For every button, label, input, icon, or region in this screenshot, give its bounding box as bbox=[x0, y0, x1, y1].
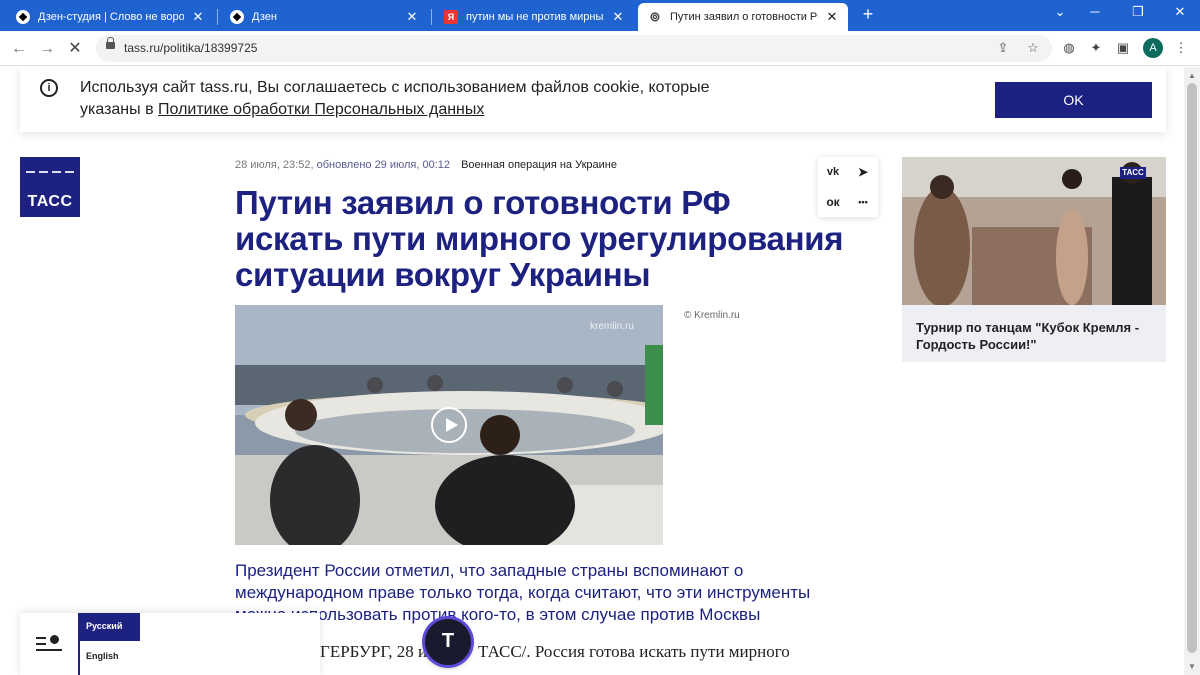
extension-globe-icon[interactable]: ◍ bbox=[1060, 40, 1078, 56]
info-icon: i bbox=[40, 79, 58, 97]
article-title: Путин заявил о готовности РФ искать пути… bbox=[235, 184, 844, 293]
article-updated: обновлено 29 июля, 00:12 bbox=[316, 159, 451, 171]
tab-dzen[interactable]: Дзен ✕ bbox=[220, 3, 428, 31]
share-page-icon[interactable]: ⇪ bbox=[994, 40, 1012, 56]
dzen-icon bbox=[16, 10, 30, 24]
scroll-thumb[interactable] bbox=[1187, 83, 1197, 653]
tab-divider bbox=[431, 9, 432, 25]
article-meta: 28 июля, 23:52, обновлено 29 июля, 00:12… bbox=[235, 159, 617, 171]
cookie-banner: i Используя сайт tass.ru, Вы соглашаетес… bbox=[20, 67, 1166, 132]
minimize-button[interactable]: ─ bbox=[1075, 4, 1115, 19]
tass-logo[interactable]: ТАСС bbox=[20, 157, 80, 217]
browser-toolbar: ← → ✕ tass.ru/politika/18399725 ⇪ ☆ ◍ ✦ … bbox=[0, 31, 1200, 66]
play-icon[interactable] bbox=[431, 407, 467, 443]
page-scrollbar[interactable]: ▲ ▼ bbox=[1184, 67, 1200, 675]
tab-title: путин мы не против мирных п bbox=[466, 11, 604, 23]
dance-photo bbox=[902, 157, 1166, 305]
article-video[interactable]: kremlin.ru bbox=[235, 305, 663, 545]
photo-credit: © Kremlin.ru bbox=[684, 310, 740, 321]
extensions-puzzle-icon[interactable]: ✦ bbox=[1087, 40, 1105, 56]
cookie-ok-button[interactable]: OK bbox=[995, 82, 1152, 118]
tass-icon: ⊚ bbox=[649, 9, 661, 24]
language-menu: Русский English bbox=[20, 613, 320, 675]
close-icon[interactable]: ✕ bbox=[404, 9, 420, 25]
more-share-icon[interactable]: ••• bbox=[848, 187, 878, 217]
browser-menu-icon[interactable]: ⋮ bbox=[1172, 40, 1190, 56]
card-image: ТАСС bbox=[902, 157, 1166, 305]
logo-text: ТАСС bbox=[27, 193, 73, 210]
bookmark-star-icon[interactable]: ☆ bbox=[1024, 40, 1042, 56]
address-bar[interactable]: tass.ru/politika/18399725 ⇪ ☆ bbox=[96, 35, 1052, 62]
telegram-share-icon[interactable]: ➤ bbox=[848, 157, 878, 187]
fab-letter: T bbox=[441, 630, 455, 652]
close-icon[interactable]: ✕ bbox=[610, 9, 626, 25]
article-date: 28 июля, 23:52, bbox=[235, 159, 314, 171]
body-text: ТАСС/. Россия готова искать пути мирного bbox=[478, 642, 790, 661]
tab-tass-article[interactable]: ⊚ Путин заявил о готовности РФ ✕ bbox=[638, 3, 848, 31]
side-panel-icon[interactable]: ▣ bbox=[1114, 40, 1132, 56]
sidebar-news-card[interactable]: ТАСС Турнир по танцам "Кубок Кремля - Го… bbox=[902, 157, 1166, 362]
tab-yandex-search[interactable]: Я путин мы не против мирных п ✕ bbox=[434, 3, 634, 31]
new-tab-button[interactable]: + bbox=[858, 4, 878, 25]
tab-dzen-studio[interactable]: Дзен-студия | Слово не воробе ✕ bbox=[6, 3, 214, 31]
floating-t-button[interactable]: T bbox=[425, 619, 471, 665]
url-text[interactable]: tass.ru/politika/18399725 bbox=[124, 41, 257, 55]
close-icon[interactable]: ✕ bbox=[190, 9, 206, 25]
close-window-button[interactable]: ✕ bbox=[1160, 4, 1200, 20]
tab-title: Путин заявил о готовности РФ bbox=[670, 11, 818, 23]
card-caption[interactable]: Турнир по танцам "Кубок Кремля - Гордост… bbox=[916, 319, 1156, 353]
article-body: ГЕРБУРГ, 28 ию ТАСС/. Россия готова иска… bbox=[320, 640, 840, 664]
logo-lines bbox=[26, 171, 74, 185]
article-rubric-link[interactable]: Военная операция на Украине bbox=[461, 159, 617, 171]
card-badge: ТАСС bbox=[1120, 167, 1146, 179]
vk-share-icon[interactable]: vk bbox=[818, 157, 848, 187]
article-lead: Президент России отметил, что западные с… bbox=[235, 561, 811, 624]
tab-strip: Дзен-студия | Слово не воробе ✕ Дзен ✕ Я… bbox=[0, 0, 1200, 31]
scroll-down-arrow[interactable]: ▼ bbox=[1188, 662, 1196, 671]
close-icon[interactable]: ✕ bbox=[824, 9, 840, 25]
back-button[interactable]: ← bbox=[8, 38, 30, 60]
body-dateline: ГЕРБУРГ, 28 ию bbox=[320, 642, 440, 661]
tab-title: Дзен bbox=[252, 11, 277, 23]
profile-avatar[interactable]: A bbox=[1143, 38, 1163, 58]
tab-title: Дзен-студия | Слово не воробе bbox=[38, 11, 184, 23]
kremlin-watermark: kremlin.ru bbox=[590, 321, 634, 332]
page-viewport: i Используя сайт tass.ru, Вы соглашаетес… bbox=[0, 67, 1184, 675]
scroll-up-arrow[interactable]: ▲ bbox=[1188, 71, 1196, 80]
dzen-icon bbox=[230, 10, 244, 24]
stop-loading-button[interactable]: ✕ bbox=[64, 38, 86, 60]
language-en-button[interactable]: English bbox=[80, 649, 140, 671]
language-ru-button[interactable]: Русский bbox=[80, 613, 140, 641]
lock-icon[interactable] bbox=[106, 37, 115, 49]
yandex-icon: Я bbox=[444, 10, 458, 24]
privacy-policy-link[interactable]: Политике обработки Персональных данных bbox=[158, 101, 484, 118]
menu-search-icon[interactable] bbox=[36, 633, 62, 653]
cookie-text: Используя сайт tass.ru, Вы соглашаетесь … bbox=[80, 77, 720, 121]
tab-search-icon[interactable]: ⌄ bbox=[1040, 4, 1080, 20]
restore-button[interactable]: ❐ bbox=[1118, 4, 1158, 20]
forward-button[interactable]: → bbox=[36, 38, 58, 60]
tab-divider bbox=[217, 9, 218, 25]
